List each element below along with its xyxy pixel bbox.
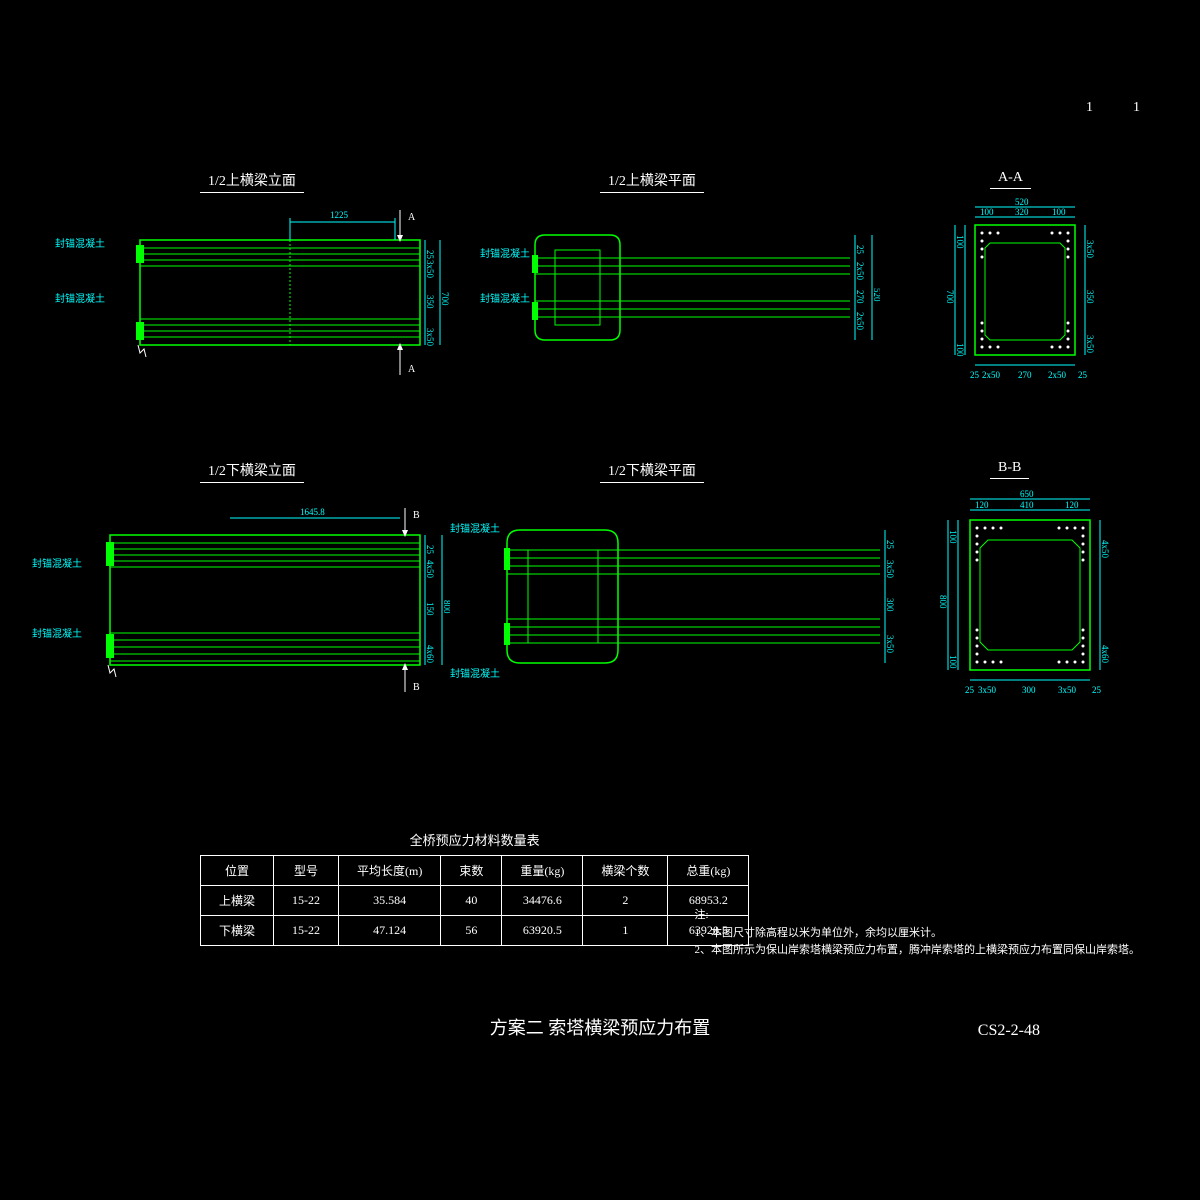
- title-upper-elev: 1/2上横梁立面: [200, 170, 304, 193]
- svg-text:1645.8: 1645.8: [300, 507, 325, 517]
- title-upper-plan: 1/2上横梁平面: [600, 170, 704, 193]
- svg-text:4x50: 4x50: [425, 560, 435, 579]
- svg-text:25: 25: [1078, 370, 1088, 380]
- title-lower-plan: 1/2下横梁平面: [600, 460, 704, 483]
- svg-text:3x50: 3x50: [1085, 335, 1095, 354]
- svg-text:120: 120: [1065, 500, 1079, 510]
- svg-text:100: 100: [955, 235, 965, 249]
- svg-text:25: 25: [855, 245, 865, 255]
- seal-label-6: 封锚混凝土: [32, 625, 82, 640]
- svg-text:2x50: 2x50: [1048, 370, 1067, 380]
- svg-text:3x50: 3x50: [885, 635, 895, 654]
- svg-text:300: 300: [885, 598, 895, 612]
- svg-text:100: 100: [1052, 207, 1066, 217]
- title-lower-elev: 1/2下横梁立面: [200, 460, 304, 483]
- svg-text:350: 350: [425, 295, 435, 309]
- table-row: 上横梁15-2235.584 4034476.62 68953.2: [201, 886, 749, 916]
- svg-text:320: 320: [1015, 207, 1029, 217]
- svg-text:4x60: 4x60: [425, 645, 435, 664]
- seal-label-5: 封锚混凝土: [32, 555, 82, 570]
- page-number: 11: [1086, 100, 1140, 116]
- svg-text:3x50: 3x50: [978, 685, 997, 695]
- seal-label-3: 封锚混凝土: [480, 245, 530, 260]
- svg-text:100: 100: [980, 207, 994, 217]
- svg-text:100: 100: [948, 655, 958, 669]
- svg-text:2x50: 2x50: [855, 312, 865, 331]
- svg-text:270: 270: [1018, 370, 1032, 380]
- svg-text:4x60: 4x60: [1100, 645, 1110, 664]
- lower-plan-view: 25 3x50 300 3x50 850: [470, 490, 900, 700]
- seal-label-7: 封锚混凝土: [450, 520, 500, 535]
- table-caption: 全桥预应力材料数量表: [200, 830, 749, 849]
- title-sec-aa: A-A: [990, 170, 1031, 189]
- svg-text:150: 150: [425, 602, 435, 616]
- svg-text:2x50: 2x50: [982, 370, 1001, 380]
- svg-text:300: 300: [1022, 685, 1036, 695]
- svg-text:700: 700: [945, 290, 955, 304]
- svg-text:700: 700: [440, 292, 450, 306]
- table-header-row: 位置型号平均长度(m) 束数重量(kg)横梁个数 总重(kg): [201, 856, 749, 886]
- svg-text:B: B: [413, 510, 420, 521]
- svg-text:25: 25: [1092, 685, 1102, 695]
- svg-text:3x50: 3x50: [1085, 240, 1095, 259]
- material-table: 全桥预应力材料数量表 位置型号平均长度(m) 束数重量(kg)横梁个数 总重(k…: [200, 830, 749, 946]
- svg-text:3x50: 3x50: [885, 560, 895, 579]
- svg-text:25: 25: [970, 370, 980, 380]
- seal-label-2: 封锚混凝土: [55, 290, 105, 305]
- svg-text:3x50: 3x50: [1058, 685, 1077, 695]
- section-bb: 650 120 410 120 800 100 100 4x50 4x60 25…: [930, 485, 1150, 725]
- upper-plan-view: 25 2x50 270 2x50 520: [500, 200, 880, 380]
- svg-text:350: 350: [1085, 290, 1095, 304]
- lower-elevation-view: 1645.8 B B 25 4x50 150 4x60 800: [80, 490, 450, 710]
- svg-text:25: 25: [425, 545, 435, 555]
- dim-upper-top: 1225: [330, 210, 349, 220]
- svg-text:650: 650: [1020, 489, 1034, 499]
- seal-label-8: 封锚混凝土: [450, 665, 500, 680]
- svg-text:3x50: 3x50: [425, 260, 435, 279]
- svg-text:4x50: 4x50: [1100, 540, 1110, 559]
- svg-text:270: 270: [855, 290, 865, 304]
- svg-text:100: 100: [955, 343, 965, 357]
- svg-text:120: 120: [975, 500, 989, 510]
- svg-text:2x50: 2x50: [855, 262, 865, 281]
- drawing-number: CS2-2-48: [978, 1022, 1040, 1040]
- svg-text:520: 520: [1015, 197, 1029, 207]
- svg-text:A: A: [408, 212, 416, 223]
- svg-text:A: A: [408, 364, 416, 375]
- svg-text:25: 25: [965, 685, 975, 695]
- upper-elevation-view: 1225 A A 25 3x50 350 3x50 700: [110, 200, 450, 400]
- svg-text:25: 25: [425, 250, 435, 260]
- svg-text:800: 800: [442, 600, 450, 614]
- seal-label-1: 封锚混凝土: [55, 235, 105, 250]
- svg-text:410: 410: [1020, 500, 1034, 510]
- notes: 注: 1、本图尺寸除高程以米为单位外，余均以厘米计。 2、本图所示为保山岸索塔横…: [695, 907, 1141, 960]
- svg-text:100: 100: [948, 530, 958, 544]
- svg-text:25: 25: [885, 540, 895, 550]
- title-sec-bb: B-B: [990, 460, 1029, 479]
- svg-text:B: B: [413, 682, 420, 693]
- svg-text:520: 520: [872, 288, 880, 302]
- seal-label-4: 封锚混凝土: [480, 290, 530, 305]
- svg-text:3x50: 3x50: [425, 328, 435, 347]
- table-row: 下横梁15-2247.124 5663920.51 63920.5: [201, 916, 749, 946]
- svg-text:800: 800: [938, 595, 948, 609]
- section-aa: 520 100 320 100 700 100 100 3x50 350 3x5…: [940, 195, 1140, 405]
